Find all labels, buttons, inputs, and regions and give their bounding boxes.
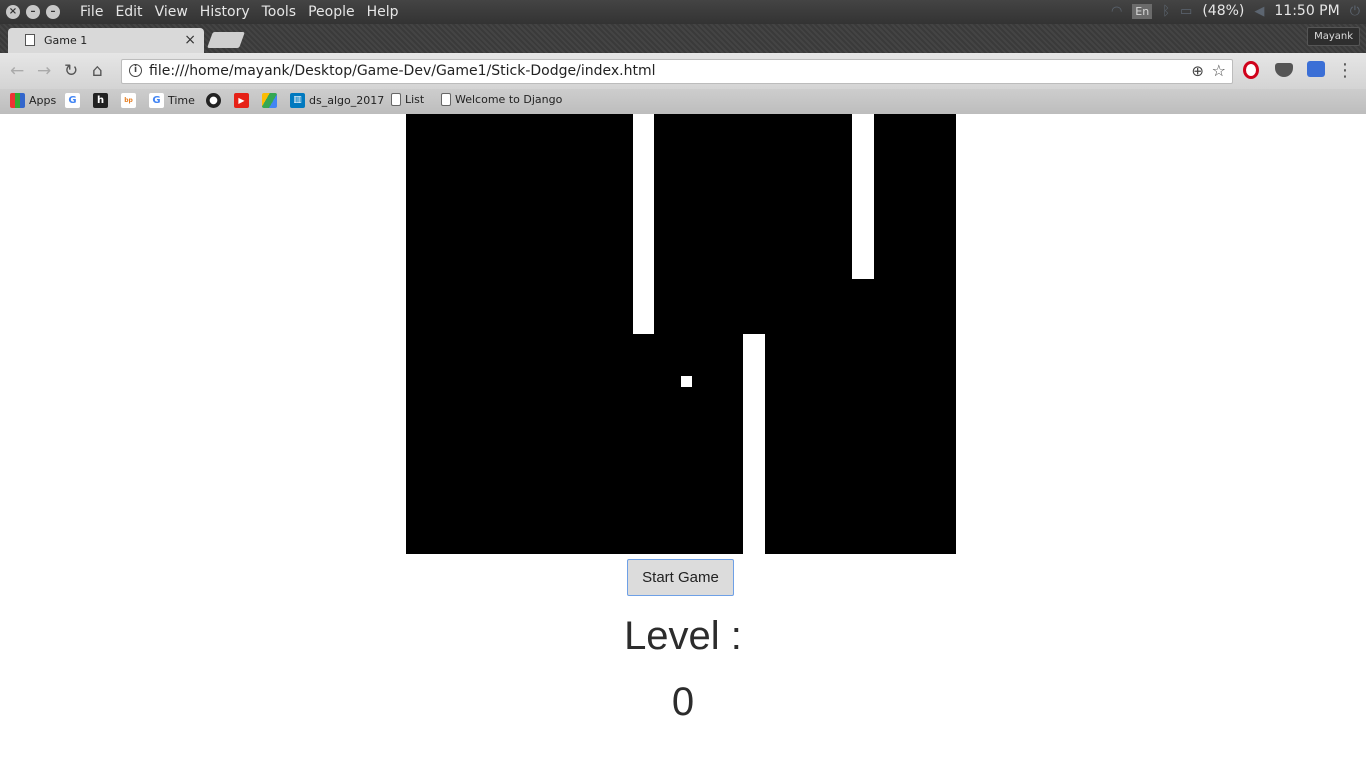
volume-icon[interactable]: ◀	[1254, 4, 1264, 19]
pocket-extension-icon[interactable]	[1275, 63, 1293, 77]
extension-icon[interactable]	[1307, 61, 1325, 77]
google-icon: G	[149, 93, 164, 108]
browser-toolbar: ← → ↻ ⌂ i file:///home/mayank/Desktop/Ga…	[0, 53, 1366, 89]
menu-edit[interactable]: Edit	[109, 3, 148, 21]
bookmark-drive[interactable]	[262, 93, 277, 108]
trello-icon: ▥	[290, 93, 305, 108]
maximize-window-button[interactable]: –	[46, 5, 60, 19]
bookmark-google[interactable]: G	[65, 93, 80, 108]
close-tab-icon[interactable]: ×	[184, 32, 196, 48]
github-icon: ●	[206, 93, 221, 108]
bookmark-time[interactable]: G Time	[149, 93, 195, 108]
forward-arrow-icon[interactable]: →	[37, 61, 51, 81]
page-icon	[391, 93, 401, 106]
profile-button[interactable]: Mayank	[1307, 27, 1360, 46]
clock[interactable]: 11:50 PM	[1274, 3, 1339, 19]
drive-icon	[262, 93, 277, 108]
level-value: 0	[671, 680, 695, 724]
tab-title: Game 1	[44, 34, 88, 47]
back-arrow-icon[interactable]: ←	[10, 61, 24, 81]
bookmark-star-icon[interactable]: ☆	[1212, 61, 1226, 80]
bookmark-welcome-django[interactable]: Welcome to Django	[441, 93, 562, 106]
info-icon[interactable]: i	[129, 64, 142, 77]
bluetooth-icon[interactable]: ᛒ	[1162, 4, 1170, 19]
battery-percentage: (48%)	[1202, 3, 1245, 19]
home-icon[interactable]: ⌂	[92, 61, 103, 81]
more-menu-icon[interactable]: ⋮	[1336, 60, 1354, 81]
menu-history[interactable]: History	[194, 3, 256, 21]
bookmark-list[interactable]: List	[391, 93, 424, 106]
window-controls: × – –	[6, 5, 60, 19]
close-window-button[interactable]: ×	[6, 5, 20, 19]
page-icon	[441, 93, 451, 106]
battery-icon[interactable]: ▭	[1180, 4, 1192, 19]
bookmark-hackerrank[interactable]: h	[93, 93, 108, 108]
start-game-button[interactable]: Start Game	[627, 559, 734, 596]
bookmark-label: ds_algo_2017	[309, 94, 385, 107]
zoom-icon[interactable]: ⊕	[1191, 62, 1204, 80]
stick-obstacle	[633, 114, 654, 334]
stick-obstacle	[852, 114, 874, 279]
backpack-icon: bp	[121, 93, 136, 108]
bookmark-github[interactable]: ●	[206, 93, 221, 108]
menu-people[interactable]: People	[302, 3, 361, 21]
level-label: Level :	[624, 614, 742, 658]
menu-tools[interactable]: Tools	[256, 3, 303, 21]
menu-help[interactable]: Help	[361, 3, 405, 21]
bookmarks-bar: Apps G h bp G Time ● ▶ ▥ ds_algo_2017 Li…	[0, 89, 1366, 114]
tab-game-1[interactable]: Game 1 ×	[8, 28, 204, 53]
system-tray: ◠ En ᛒ ▭ (48%) ◀ 11:50 PM ⏻	[1111, 3, 1360, 19]
keyboard-layout-indicator[interactable]: En	[1132, 3, 1153, 19]
bookmark-backpack[interactable]: bp	[121, 93, 136, 108]
game-canvas[interactable]	[406, 114, 956, 554]
bookmark-label: Apps	[29, 94, 57, 107]
address-bar[interactable]: i file:///home/mayank/Desktop/Game-Dev/G…	[121, 59, 1233, 84]
os-menu-bar: × – – File Edit View History Tools Peopl…	[0, 0, 1366, 24]
bookmark-label: Time	[168, 94, 195, 107]
new-tab-button[interactable]	[207, 32, 245, 48]
bookmark-label: Welcome to Django	[455, 93, 563, 106]
menu-view[interactable]: View	[149, 3, 194, 21]
menu-file[interactable]: File	[74, 3, 109, 21]
apps-grid-icon	[10, 93, 25, 108]
app-menu: File Edit View History Tools People Help	[74, 3, 405, 21]
bookmark-apps[interactable]: Apps	[10, 93, 56, 108]
youtube-icon: ▶	[234, 93, 249, 108]
reload-icon[interactable]: ↻	[64, 61, 78, 81]
power-icon[interactable]: ⏻	[1350, 4, 1360, 19]
page-icon	[25, 34, 35, 46]
google-icon: G	[65, 93, 80, 108]
minimize-window-button[interactable]: –	[26, 5, 40, 19]
opera-extension-icon[interactable]	[1243, 61, 1259, 79]
tab-strip: Game 1 × Mayank	[0, 24, 1366, 53]
hackerrank-icon: h	[93, 93, 108, 108]
bookmark-youtube[interactable]: ▶	[234, 93, 249, 108]
bookmark-ds-algo[interactable]: ▥ ds_algo_2017	[290, 93, 384, 108]
bookmark-label: List	[405, 93, 425, 106]
url-text[interactable]: file:///home/mayank/Desktop/Game-Dev/Gam…	[149, 63, 655, 79]
stick-obstacle	[743, 334, 765, 554]
player-square	[681, 376, 692, 387]
wifi-icon[interactable]: ◠	[1111, 4, 1122, 19]
